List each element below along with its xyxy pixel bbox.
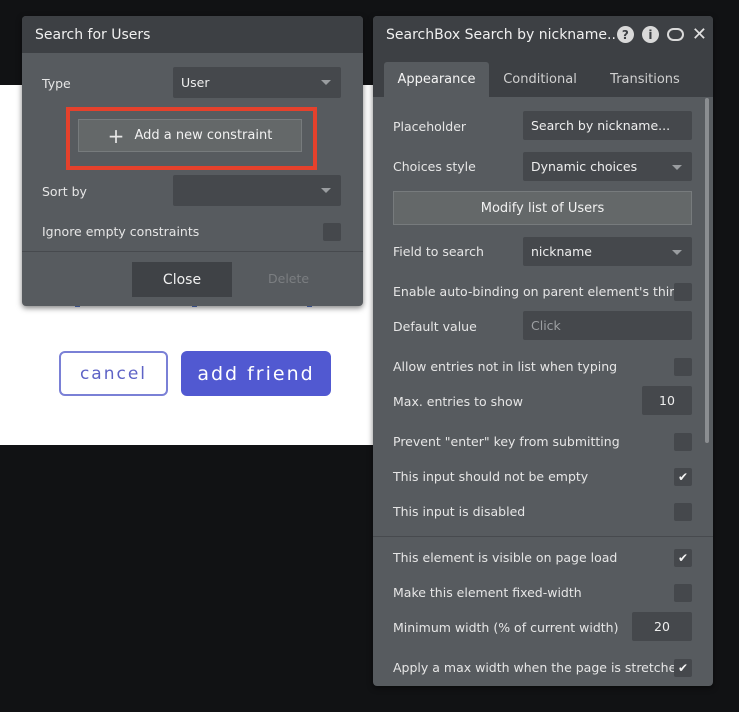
max-entries-label: Max. entries to show xyxy=(393,393,523,409)
editor-header: SearchBox Search by nickname.. ? i ✕ xyxy=(373,16,713,53)
visible-on-load-checkbox[interactable]: ✔ xyxy=(674,549,692,567)
add-friend-button[interactable]: add friend xyxy=(181,351,331,396)
tab-transitions[interactable]: Transitions xyxy=(595,62,695,97)
prevent-enter-label: Prevent "enter" key from submitting xyxy=(393,433,620,449)
checkmark-icon: ✔ xyxy=(677,470,689,484)
min-width-input[interactable]: 20 xyxy=(632,612,692,641)
chevron-down-icon xyxy=(672,250,682,255)
divider xyxy=(373,536,713,537)
sort-by-label: Sort by xyxy=(42,184,87,199)
field-to-search-dropdown[interactable]: nickname xyxy=(523,237,692,266)
constraint-highlight: + Add a new constraint xyxy=(66,107,317,170)
auto-binding-checkbox[interactable] xyxy=(674,283,692,301)
add-constraint-button[interactable]: + Add a new constraint xyxy=(78,119,302,152)
editor-title: SearchBox Search by nickname.. xyxy=(386,26,616,43)
type-dropdown[interactable]: User xyxy=(173,67,341,98)
prevent-enter-checkbox[interactable] xyxy=(674,433,692,451)
choices-style-value: Dynamic choices xyxy=(531,159,638,174)
visible-on-load-label: This element is visible on page load xyxy=(393,549,618,565)
add-constraint-label: Add a new constraint xyxy=(134,128,273,143)
allow-entries-checkbox[interactable] xyxy=(674,358,692,376)
sort-by-dropdown[interactable] xyxy=(173,175,341,206)
disabled-checkbox[interactable] xyxy=(674,503,692,521)
close-button[interactable]: Close xyxy=(132,262,232,297)
chevron-down-icon xyxy=(321,188,331,193)
placeholder-label: Placeholder xyxy=(393,118,467,134)
max-entries-input[interactable]: 10 xyxy=(642,386,692,415)
tab-bar: Appearance Conditional Transitions xyxy=(373,53,713,97)
element-editor-panel: SearchBox Search by nickname.. ? i ✕ App… xyxy=(373,16,713,686)
max-width-checkbox[interactable]: ✔ xyxy=(674,659,692,677)
field-to-search-value: nickname xyxy=(531,244,592,259)
default-value-label: Default value xyxy=(393,318,477,334)
placeholder-input[interactable]: Search by nickname... xyxy=(523,111,692,140)
fixed-width-checkbox[interactable] xyxy=(674,584,692,602)
max-width-label: Apply a max width when the page is stret… xyxy=(393,659,685,675)
divider xyxy=(22,251,363,252)
not-empty-label: This input should not be empty xyxy=(393,468,589,484)
ignore-empty-checkbox[interactable] xyxy=(323,223,341,241)
delete-button[interactable]: Delete xyxy=(268,271,309,286)
close-icon[interactable]: ✕ xyxy=(692,25,707,44)
modify-list-button[interactable]: Modify list of Users xyxy=(393,191,692,225)
checkmark-icon: ✔ xyxy=(677,661,689,675)
type-value: User xyxy=(181,75,210,90)
min-width-label: Minimum width (% of current width) xyxy=(393,619,619,635)
panel-scrollbar[interactable] xyxy=(705,98,709,443)
tab-conditional[interactable]: Conditional xyxy=(495,62,585,97)
choices-style-label: Choices style xyxy=(393,158,476,174)
checkmark-icon: ✔ xyxy=(677,551,689,565)
search-panel-title: Search for Users xyxy=(35,26,151,43)
cancel-button[interactable]: cancel xyxy=(59,351,168,396)
header-icons: ? i ✕ xyxy=(616,25,707,44)
comment-icon[interactable] xyxy=(666,28,684,41)
chevron-down-icon xyxy=(321,80,331,85)
type-label: Type xyxy=(42,76,71,91)
fixed-width-label: Make this element fixed-width xyxy=(393,584,582,600)
search-for-users-panel: Search for Users Type User + Add a new c… xyxy=(22,16,363,306)
field-to-search-label: Field to search xyxy=(393,243,484,259)
disabled-label: This input is disabled xyxy=(393,503,526,519)
auto-binding-label: Enable auto-binding on parent element's … xyxy=(393,283,686,299)
choices-style-dropdown[interactable]: Dynamic choices xyxy=(523,152,692,181)
info-icon[interactable]: i xyxy=(641,26,659,43)
plus-icon: + xyxy=(107,123,125,148)
ignore-empty-label: Ignore empty constraints xyxy=(42,224,200,239)
tab-appearance[interactable]: Appearance xyxy=(384,62,489,97)
not-empty-checkbox[interactable]: ✔ xyxy=(674,468,692,486)
allow-entries-label: Allow entries not in list when typing xyxy=(393,358,618,374)
chevron-down-icon xyxy=(672,165,682,170)
default-value-input[interactable]: Click xyxy=(523,311,692,340)
search-panel-header: Search for Users xyxy=(22,16,363,53)
help-icon[interactable]: ? xyxy=(616,26,634,43)
